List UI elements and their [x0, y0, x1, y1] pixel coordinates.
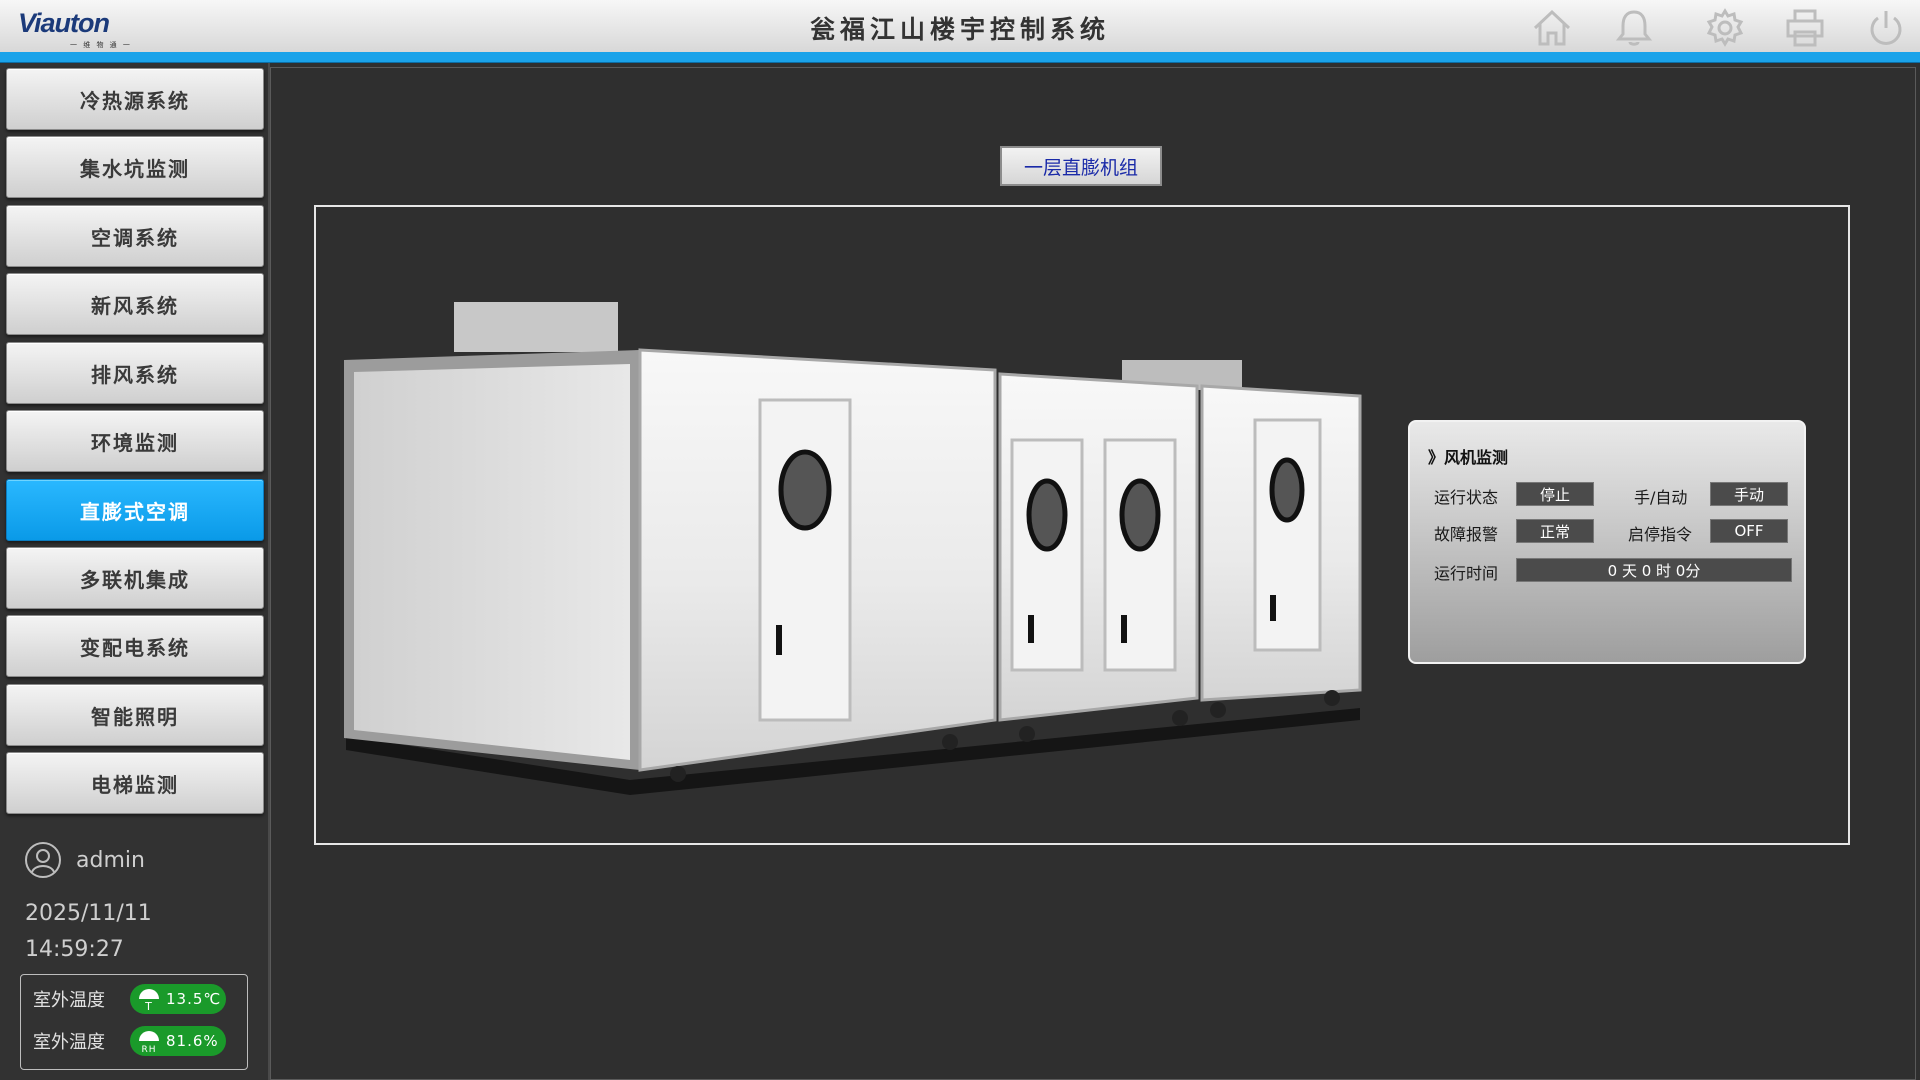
sidebar-item-lighting[interactable]: 智能照明 — [6, 684, 264, 746]
home-icon[interactable] — [1530, 6, 1574, 50]
header-accent-bar — [0, 52, 1920, 63]
sidebar-item-vrf[interactable]: 多联机集成 — [6, 547, 264, 609]
current-date: 2025/11/11 — [25, 901, 152, 926]
sidebar-item-sump-monitoring[interactable]: 集水坑监测 — [6, 136, 264, 198]
run-state-value: 停止 — [1516, 482, 1594, 506]
sidebar-item-air-conditioning[interactable]: 空调系统 — [6, 205, 264, 267]
sidebar-item-environment[interactable]: 环境监测 — [6, 410, 264, 472]
user-info: admin — [24, 840, 145, 880]
outdoor-temperature-row: 室外温度 T 13.5℃ — [33, 983, 226, 1015]
bell-icon[interactable] — [1612, 6, 1656, 50]
user-icon — [25, 842, 61, 878]
fault-alarm-label: 故障报警 — [1434, 525, 1499, 544]
svg-text:T: T — [144, 1000, 153, 1012]
sidebar-item-direct-expansion[interactable]: 直膨式空调 — [6, 479, 264, 541]
outdoor-humidity-badge: RH 81.6% — [130, 1026, 226, 1056]
thermometer-icon: T — [139, 989, 159, 1012]
environment-box: 室外温度 T 13.5℃ 室外温度 RH 81.6% — [20, 974, 248, 1070]
current-time: 14:59:27 — [25, 937, 124, 962]
unit-selector-button[interactable]: 一层直膨机组 — [1000, 146, 1162, 186]
outdoor-humidity-row: 室外温度 RH 81.6% — [33, 1025, 226, 1057]
power-icon[interactable] — [1864, 6, 1908, 50]
gear-icon[interactable] — [1703, 6, 1747, 50]
outdoor-temperature-label: 室外温度 — [33, 990, 105, 1011]
sidebar-item-exhaust[interactable]: 排风系统 — [6, 342, 264, 404]
fan-monitoring-panel: 》风机监测 运行状态 停止 手/自动 手动 故障报警 正常 启停指令 OFF 运… — [1408, 420, 1806, 664]
outdoor-humidity-value: 81.6% — [166, 1032, 219, 1050]
outdoor-temperature-badge: T 13.5℃ — [130, 984, 226, 1014]
run-time-label: 运行时间 — [1434, 564, 1499, 583]
username: admin — [76, 847, 145, 873]
outdoor-humidity-label: 室外温度 — [33, 1032, 105, 1053]
sidebar: 冷热源系统 集水坑监测 空调系统 新风系统 排风系统 环境监测 直膨式空调 多联… — [0, 63, 270, 1080]
manual-auto-label: 手/自动 — [1634, 488, 1688, 507]
printer-icon[interactable] — [1783, 6, 1827, 50]
header: Viauton 一 维 物 通 一 瓮福江山楼宇控制系统 — [0, 0, 1920, 52]
sidebar-item-fresh-air[interactable]: 新风系统 — [6, 273, 264, 335]
start-stop-value: OFF — [1710, 519, 1788, 543]
run-time-value: 0 天 0 时 0分 — [1516, 558, 1792, 582]
sidebar-item-elevator[interactable]: 电梯监测 — [6, 752, 264, 814]
manual-auto-value: 手动 — [1710, 482, 1788, 506]
sidebar-item-cold-heat-source[interactable]: 冷热源系统 — [6, 68, 264, 130]
run-state-label: 运行状态 — [1434, 488, 1499, 507]
svg-text:RH: RH — [141, 1045, 156, 1054]
humidity-icon: RH — [139, 1031, 159, 1054]
panel-title: 》风机监测 — [1428, 448, 1509, 467]
start-stop-label: 启停指令 — [1628, 525, 1693, 544]
fault-alarm-value: 正常 — [1516, 519, 1594, 543]
outdoor-temperature-value: 13.5℃ — [166, 990, 222, 1008]
air-handling-unit-image — [344, 302, 1362, 795]
sidebar-item-power-distribution[interactable]: 变配电系统 — [6, 615, 264, 677]
